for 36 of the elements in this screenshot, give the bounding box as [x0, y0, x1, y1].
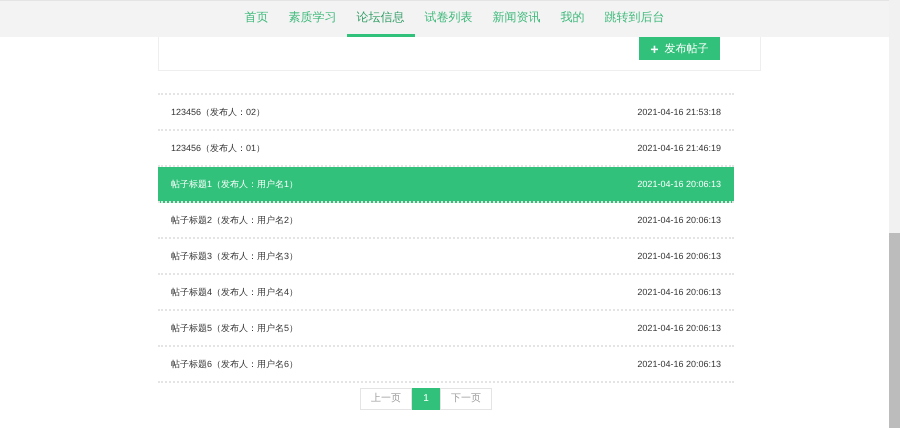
post-title: 123456（发布人：01） [171, 142, 266, 154]
nav-link[interactable]: 跳转到后台 [594, 1, 674, 37]
post-title: 帖子标题4（发布人：用户名4） [171, 286, 298, 298]
post-title: 帖子标题5（发布人：用户名5） [171, 322, 298, 334]
post-time: 2021-04-16 20:06:13 [637, 251, 721, 261]
post-time: 2021-04-16 20:06:13 [637, 323, 721, 333]
post-title: 帖子标题6（发布人：用户名6） [171, 358, 298, 370]
post-row[interactable]: 帖子标题3（发布人：用户名3） 2021-04-16 20:06:13 [158, 239, 734, 275]
post-title: 帖子标题2（发布人：用户名2） [171, 214, 298, 226]
page-link[interactable]: 下一页 [440, 388, 492, 410]
nav-link[interactable]: 首页 [234, 1, 278, 37]
page-link[interactable]: 1 [412, 388, 440, 410]
post-row[interactable]: 123456（发布人：02） 2021-04-16 21:53:18 [158, 95, 734, 131]
post-title: 帖子标题3（发布人：用户名3） [171, 250, 298, 262]
post-time: 2021-04-16 20:06:13 [637, 287, 721, 297]
nav-link[interactable]: 试卷列表 [414, 1, 482, 37]
post-row[interactable]: 帖子标题5（发布人：用户名5） 2021-04-16 20:06:13 [158, 311, 734, 347]
post-row[interactable]: 帖子标题2（发布人：用户名2） 2021-04-16 20:06:13 [158, 203, 734, 239]
post-time: 2021-04-16 20:06:13 [637, 179, 721, 189]
post-row[interactable]: 帖子标题1（发布人：用户名1） 2021-04-16 20:06:13 [158, 167, 734, 203]
post-title: 123456（发布人：02） [171, 106, 266, 118]
page-link[interactable]: 上一页 [360, 388, 412, 410]
post-time: 2021-04-16 20:06:13 [637, 215, 721, 225]
post-time: 2021-04-16 20:06:13 [637, 359, 721, 369]
post-time: 2021-04-16 21:53:18 [637, 107, 721, 117]
post-time: 2021-04-16 21:46:19 [637, 143, 721, 153]
publish-post-button[interactable]: + 发布帖子 [639, 37, 720, 60]
nav-link[interactable]: 我的 [550, 1, 594, 37]
nav-link[interactable]: 素质学习 [278, 1, 346, 37]
post-row[interactable]: 帖子标题4（发布人：用户名4） 2021-04-16 20:06:13 [158, 275, 734, 311]
post-title: 帖子标题1（发布人：用户名1） [171, 178, 298, 190]
nav-link[interactable]: 新闻资讯 [482, 1, 550, 37]
scrollbar[interactable] [889, 0, 900, 428]
post-row[interactable]: 帖子标题6（发布人：用户名6） 2021-04-16 20:06:13 [158, 347, 734, 383]
nav-link[interactable]: 论坛信息 [346, 1, 414, 37]
scrollbar-thumb[interactable] [889, 233, 900, 428]
